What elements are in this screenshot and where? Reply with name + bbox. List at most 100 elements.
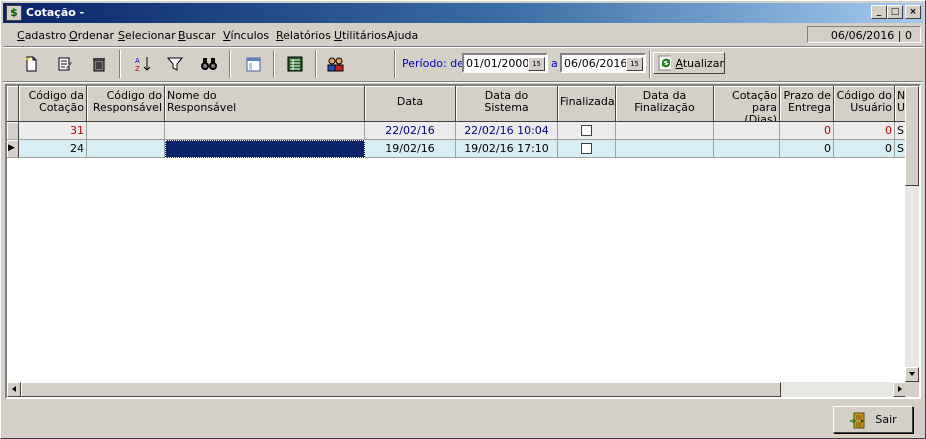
cell-data-sistema[interactable]: 22/02/16 10:04 xyxy=(456,122,558,140)
menu-relatorios[interactable]: Relatórios xyxy=(276,29,331,42)
spreadsheet-button[interactable] xyxy=(283,52,307,76)
users-icon xyxy=(327,57,344,72)
title-bar[interactable]: $ Cotação - _ □ × xyxy=(3,3,923,23)
close-button[interactable]: × xyxy=(905,5,921,19)
cell-finalizada[interactable] xyxy=(558,122,616,140)
edit-icon xyxy=(58,57,72,71)
cell-codigo-responsavel[interactable] xyxy=(87,140,165,158)
svg-text:Z: Z xyxy=(135,65,140,72)
finalizada-checkbox[interactable] xyxy=(581,124,592,136)
menu-ordenar-label: Ordenar xyxy=(69,29,114,42)
header-cotacao-dias[interactable]: Cotação para (Dias) xyxy=(714,86,780,122)
cell-finalizada[interactable] xyxy=(558,140,616,158)
calendar-from-button[interactable]: 15 xyxy=(528,57,545,71)
row-indicator[interactable] xyxy=(7,122,19,140)
menu-vinculos-label: Vínculos xyxy=(223,29,270,42)
cell-prazo-entrega[interactable]: 0 xyxy=(780,122,834,140)
cell-codigo-usuario[interactable]: 0 xyxy=(834,140,895,158)
date-to-field[interactable]: 06/06/2016 15 xyxy=(560,53,646,73)
menu-utilitarios[interactable]: Utilitários xyxy=(334,29,387,42)
horizontal-scroll-thumb[interactable] xyxy=(21,382,781,397)
menu-ajuda[interactable]: Ajuda xyxy=(387,29,418,42)
arrow-left-icon xyxy=(12,386,16,392)
delete-button[interactable] xyxy=(87,52,111,76)
header-data[interactable]: Data xyxy=(365,86,456,122)
menu-selecionar[interactable]: Selecionar xyxy=(118,29,176,42)
toolbar-separator xyxy=(273,50,275,78)
exit-button[interactable]: Sair xyxy=(833,406,913,433)
toolbar-separator xyxy=(649,50,651,78)
cell-data-finalizacao[interactable] xyxy=(616,122,714,140)
header-finalizada[interactable]: Finalizada xyxy=(558,86,616,122)
finalizada-checkbox[interactable] xyxy=(581,142,592,154)
cell-nome-responsavel-selected[interactable] xyxy=(165,140,365,158)
menu-ordenar[interactable]: Ordenar xyxy=(69,29,114,42)
cell-codigo-cotacao[interactable]: 24 xyxy=(19,140,87,158)
menu-buscar-label: Buscar xyxy=(178,29,216,42)
exit-label: Sair xyxy=(875,413,897,426)
current-row-indicator[interactable]: ▶ xyxy=(7,140,19,158)
cell-cotacao-dias[interactable] xyxy=(714,140,780,158)
calendar-to-button[interactable]: 15 xyxy=(626,57,643,71)
sort-az-icon: AZ xyxy=(135,57,151,72)
sort-button[interactable]: AZ xyxy=(131,52,155,76)
header-line: Usuário xyxy=(850,101,892,114)
cell-prazo-entrega[interactable]: 0 xyxy=(780,140,834,158)
header-line: Responsável xyxy=(92,101,162,114)
grid-header-row: Código da Cotação Código do Responsável No… xyxy=(7,86,907,122)
scroll-left-button[interactable] xyxy=(7,382,21,397)
cell-codigo-usuario[interactable]: 0 xyxy=(834,122,895,140)
header-line: Data xyxy=(396,95,424,108)
date-from-value: 01/01/2000 xyxy=(466,57,530,70)
table-row[interactable]: ▶ 24 19/02/16 19/02/16 17:10 0 0 S xyxy=(7,140,907,158)
cell-cotacao-dias[interactable] xyxy=(714,122,780,140)
header-codigo-usuario[interactable]: Código do Usuário xyxy=(834,86,895,122)
arrow-down-icon xyxy=(909,372,915,376)
cell-data-finalizacao[interactable] xyxy=(616,140,714,158)
menu-vinculos[interactable]: Vínculos xyxy=(223,29,269,42)
vertical-scrollbar[interactable] xyxy=(905,86,919,382)
menu-relatorios-label: Relatórios xyxy=(276,29,331,42)
horizontal-scrollbar[interactable] xyxy=(7,382,907,397)
edit-button[interactable] xyxy=(53,52,77,76)
window-button[interactable] xyxy=(241,52,265,76)
header-codigo-responsavel[interactable]: Código do Responsável xyxy=(87,86,165,122)
cell-data[interactable]: 22/02/16 xyxy=(365,122,456,140)
filter-button[interactable] xyxy=(163,52,187,76)
header-data-sistema[interactable]: Data do Sistema xyxy=(456,86,558,122)
table-row[interactable]: 31 22/02/16 22/02/16 10:04 0 0 S xyxy=(7,122,907,140)
header-nome-responsavel[interactable]: Nome do Responsável xyxy=(165,86,365,122)
new-document-icon xyxy=(26,56,37,72)
cell-codigo-responsavel[interactable] xyxy=(87,122,165,140)
header-codigo-cotacao[interactable]: Código da Cotação xyxy=(19,86,87,122)
header-data-finalizacao[interactable]: Data da Finalização xyxy=(616,86,714,122)
header-line: Finalização xyxy=(634,101,695,114)
find-button[interactable] xyxy=(197,52,221,76)
maximize-button[interactable]: □ xyxy=(887,5,903,19)
toolbar-separator xyxy=(229,50,231,78)
menu-bar: Cadastro Ordenar Selecionar Buscar Víncu… xyxy=(3,25,923,45)
menu-ajuda-label: Ajuda xyxy=(387,29,419,42)
scrollbar-corner xyxy=(905,382,919,397)
header-prazo-entrega[interactable]: Prazo de Entrega xyxy=(780,86,834,122)
date-from-field[interactable]: 01/01/2000 15 xyxy=(462,53,548,73)
window-icon xyxy=(246,57,261,72)
toolbar: AZ Período: de 01/01/2000 15 a 06/06/201… xyxy=(3,48,923,80)
users-button[interactable] xyxy=(323,52,347,76)
new-button[interactable] xyxy=(19,52,43,76)
scroll-down-button[interactable] xyxy=(905,367,919,382)
vertical-scroll-thumb[interactable] xyxy=(905,86,919,186)
menu-cadastro[interactable]: Cadastro xyxy=(17,29,66,42)
cell-data-sistema[interactable]: 19/02/16 17:10 xyxy=(456,140,558,158)
menu-buscar[interactable]: Buscar xyxy=(178,29,216,42)
menu-selecionar-label: Selecionar xyxy=(118,29,176,42)
refresh-button[interactable]: Atualizar xyxy=(653,52,725,74)
main-window: $ Cotação - _ □ × Cadastro Ordenar Selec… xyxy=(0,0,926,439)
menu-cadastro-label: Cadastro xyxy=(17,29,67,42)
minimize-button[interactable]: _ xyxy=(871,5,887,19)
cell-nome-responsavel[interactable] xyxy=(165,122,365,140)
data-grid[interactable]: Código da Cotação Código do Responsável No… xyxy=(5,84,921,399)
cell-codigo-cotacao[interactable]: 31 xyxy=(19,122,87,140)
header-line: para (Dias) xyxy=(744,101,777,122)
cell-data[interactable]: 19/02/16 xyxy=(365,140,456,158)
